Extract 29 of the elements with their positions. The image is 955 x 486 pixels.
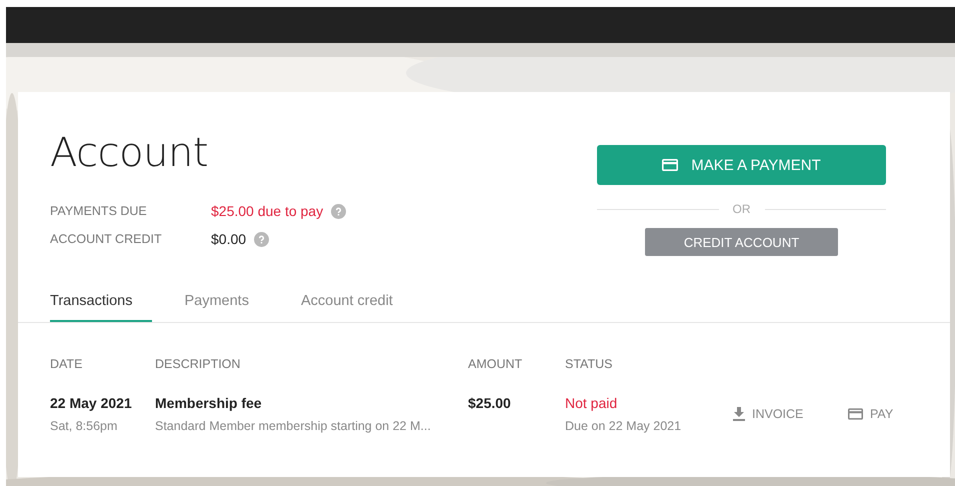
field-label: PAYMENTS DUE — [50, 204, 148, 218]
description-detail: Standard Member membership starting on 22 M... — [155, 419, 432, 433]
card-icon — [848, 408, 863, 420]
due-date-text: Due on 22 May 2021 — [565, 419, 682, 433]
make-payment-button[interactable]: MAKE A PAYMENT — [597, 145, 886, 185]
column-header: AMOUNT — [468, 356, 524, 373]
tab[interactable]: Payments — [184, 290, 269, 322]
column-header: DESCRIPTION — [155, 356, 242, 373]
download-icon — [733, 407, 745, 421]
field-value: $0.00 — [211, 231, 246, 247]
description-title: Membership fee — [155, 394, 263, 412]
column-header: DATE — [50, 356, 84, 373]
time-text: Sat, 8:56pm — [50, 419, 118, 433]
status-text: Not paid — [565, 394, 618, 412]
invoice-button[interactable]: INVOICE — [733, 407, 804, 421]
help-icon[interactable] — [254, 232, 270, 246]
help-icon[interactable] — [331, 204, 346, 218]
pay-button[interactable]: PAY — [848, 407, 894, 421]
tab[interactable]: Transactions — [50, 290, 152, 322]
tab[interactable]: Account credit — [300, 290, 413, 322]
field-label: ACCOUNT CREDIT — [50, 232, 163, 246]
page-title: Account — [50, 129, 210, 177]
separator-text: OR — [732, 202, 750, 216]
date-text: 22 May 2021 — [50, 394, 133, 412]
credit-account-button[interactable]: CREDIT ACCOUNT — [645, 228, 838, 256]
column-header: STATUS — [565, 356, 614, 373]
card-icon — [662, 159, 678, 171]
field-value: $25.00 due to pay — [211, 203, 324, 219]
amount-text: $25.00 — [468, 394, 512, 412]
